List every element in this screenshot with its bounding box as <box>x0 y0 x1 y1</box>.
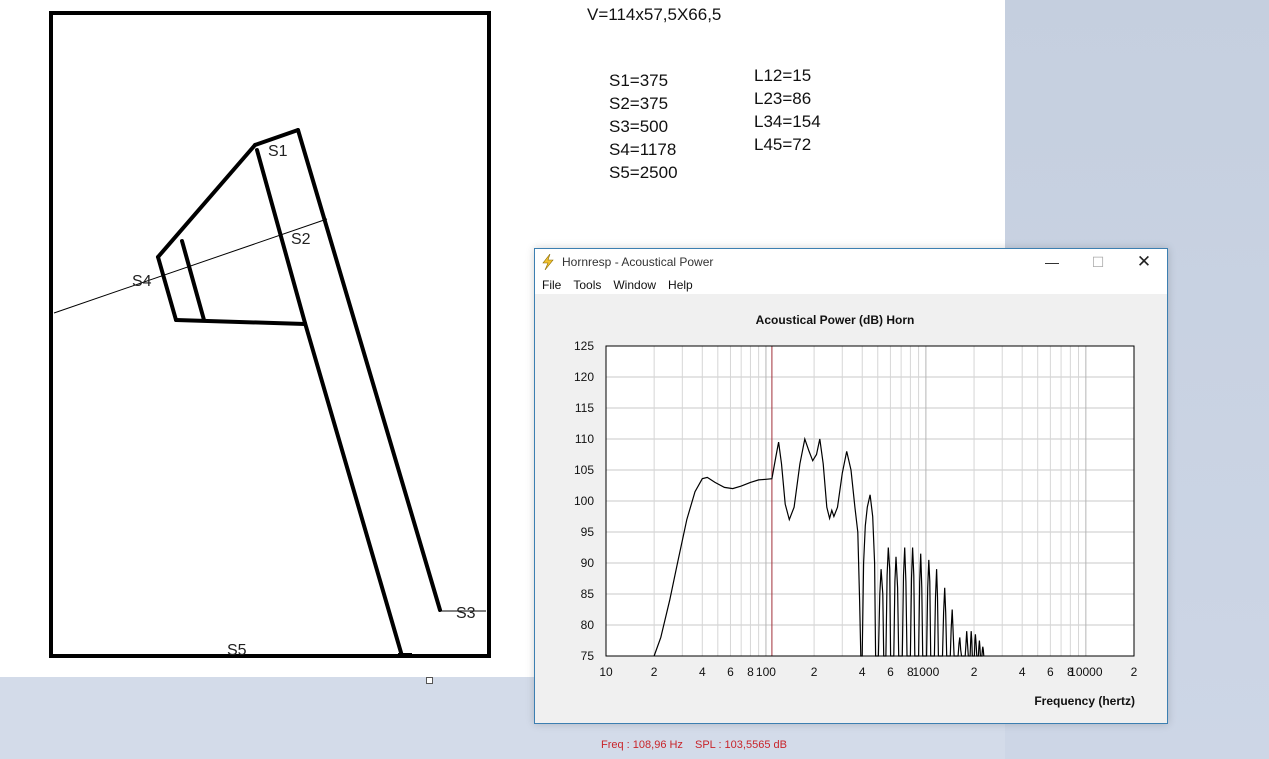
section-item: S2=375 <box>609 94 669 113</box>
close-button[interactable]: ✕ <box>1121 249 1167 275</box>
length-item: L45=72 <box>754 135 812 154</box>
x-tick-label: 6 <box>727 665 734 679</box>
menu-tools[interactable]: Tools <box>568 278 608 292</box>
canvas-resize-handle[interactable] <box>426 677 433 684</box>
chart-area[interactable]: Acoustical Power (dB) Horn 75 80 85 90 95 100… <box>535 295 1167 751</box>
label-s5: S5 <box>227 642 247 659</box>
menu-window[interactable]: Window <box>608 278 663 292</box>
label-s3: S3 <box>456 605 476 622</box>
y-tick-label: 105 <box>574 463 594 477</box>
x-axis-ticks: 10 2 4 6 8 100 2 4 6 81000 2 4 6 810000 2 <box>599 665 1137 679</box>
length-list: L12=15 L23=86 L34=154 L45=72 <box>754 64 821 156</box>
label-s4: S4 <box>132 273 152 290</box>
x-tick-label: 2 <box>971 665 978 679</box>
window-title: Hornresp - Acoustical Power <box>562 255 714 269</box>
x-tick-label: 10000 <box>1069 665 1103 679</box>
x-tick-label: 6 <box>1047 665 1054 679</box>
section-list: S1=375 S2=375 S3=500 S4=1178 S5=2500 <box>609 69 678 184</box>
x-tick-label: 2 <box>811 665 818 679</box>
flare-bottom <box>174 318 307 326</box>
flare-back <box>156 255 178 322</box>
x-tick-label: 6 <box>887 665 894 679</box>
x-tick-label: 4 <box>859 665 866 679</box>
y-tick-label: 110 <box>575 432 594 446</box>
length-item: L12=15 <box>754 66 812 85</box>
driver-baffle <box>180 239 206 322</box>
menu-bar: File Tools Window Help <box>535 275 1167 295</box>
section-item: S3=500 <box>609 117 669 136</box>
minimize-button[interactable]: — <box>1029 249 1075 275</box>
y-tick-label: 100 <box>574 494 594 508</box>
lightning-icon <box>542 254 554 270</box>
y-tick-label: 120 <box>574 370 594 384</box>
acoustical-power-chart[interactable]: Acoustical Power (dB) Horn 75 80 85 90 95 100… <box>535 295 1167 723</box>
y-tick-label: 115 <box>575 401 594 415</box>
y-tick-label: 125 <box>574 339 594 353</box>
label-s1: S1 <box>268 143 288 160</box>
x-tick-label: 2 <box>651 665 658 679</box>
x-tick-label: 10 <box>599 665 613 679</box>
length-item: L23=86 <box>754 89 812 108</box>
flare-upper <box>156 143 257 259</box>
section-item: S4=1178 <box>609 140 677 159</box>
y-axis-ticks: 75 80 85 90 95 100 105 110 115 120 125 <box>574 339 594 663</box>
x-tick-label: 4 <box>1019 665 1026 679</box>
x-tick-label: 1000 <box>913 665 940 679</box>
hornresp-window[interactable]: Hornresp - Acoustical Power — ☐ ✕ File T… <box>534 248 1168 751</box>
menu-file[interactable]: File <box>537 278 568 292</box>
x-tick-label: 4 <box>699 665 706 679</box>
x-tick-label: 8 <box>747 665 754 679</box>
label-s2: S2 <box>291 231 311 248</box>
y-tick-label: 85 <box>581 587 595 601</box>
y-tick-label: 75 <box>581 649 595 663</box>
x-axis-label: Frequency (hertz) <box>1034 694 1135 708</box>
status-spl: SPL : 103,5565 dB <box>695 739 787 751</box>
x-tick-label: 100 <box>756 665 776 679</box>
section-item: S1=375 <box>609 71 669 90</box>
section-item: S5=2500 <box>609 163 678 182</box>
volume-note: V=114x57,5X66,5 <box>587 5 722 24</box>
horn-inner-wall-lower <box>303 321 404 658</box>
title-bar[interactable]: Hornresp - Acoustical Power — ☐ ✕ <box>535 249 1167 275</box>
status-frequency: Freq : 108,96 Hz <box>601 739 683 751</box>
maximize-button[interactable]: ☐ <box>1075 249 1121 275</box>
menu-help[interactable]: Help <box>663 278 700 292</box>
y-tick-label: 90 <box>581 556 595 570</box>
chart-title: Acoustical Power (dB) Horn <box>756 313 915 327</box>
y-tick-label: 80 <box>581 618 595 632</box>
x-tick-label: 2 <box>1131 665 1138 679</box>
length-item: L34=154 <box>754 112 821 131</box>
y-tick-label: 95 <box>581 525 595 539</box>
